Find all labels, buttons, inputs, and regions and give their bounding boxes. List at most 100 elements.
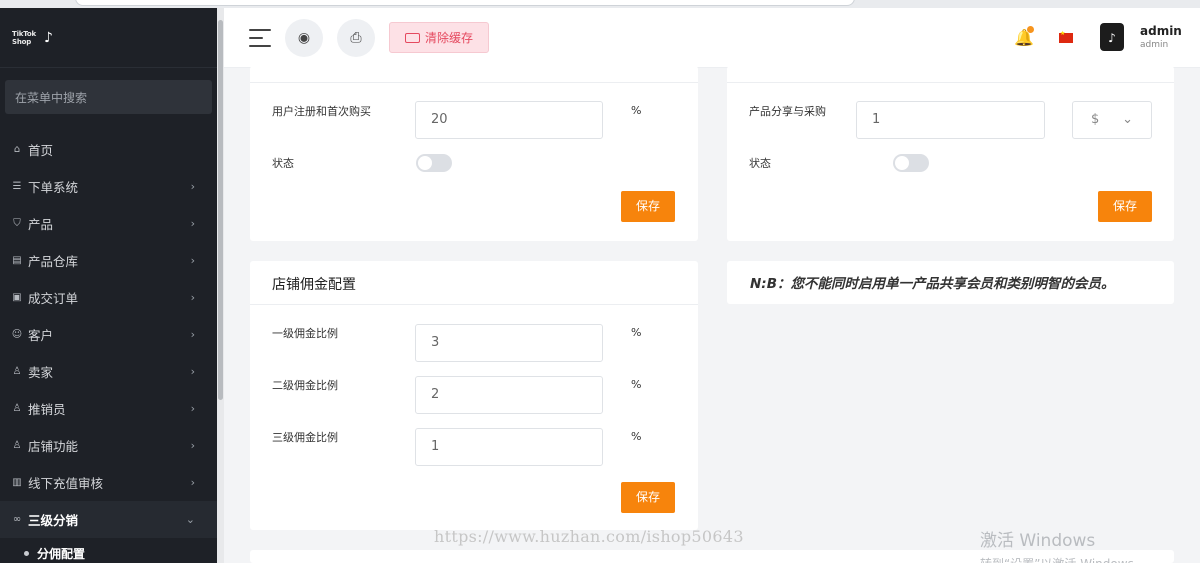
logo: TikTok Shop: [12, 29, 36, 46]
notification-bell-icon[interactable]: 🔔: [1014, 26, 1034, 48]
sidebar-item-promoters[interactable]: ♙ 推销员 ›: [0, 390, 217, 427]
level1-commission-label: 一级佣金比例: [272, 327, 338, 340]
product-share-card: 产品分享与采购 1 $ ⌄ 状态 保存: [727, 66, 1174, 241]
warehouse-icon: ▤: [12, 255, 22, 266]
home-icon: ⌂: [13, 144, 21, 155]
top-header: ◉ ⎙ 清除缓存 🔔 ♪ admin admin: [224, 8, 1200, 68]
level2-commission-label: 二级佣金比例: [272, 379, 338, 392]
print-button[interactable]: ⎙: [337, 19, 375, 57]
chevron-right-icon: ›: [190, 402, 195, 415]
product-share-input[interactable]: 1: [856, 101, 1045, 139]
clear-cache-button[interactable]: 清除缓存: [389, 22, 489, 53]
status-label: 状态: [749, 157, 771, 170]
sidebar-item-offline-recharge[interactable]: ▥ 线下充值审核 ›: [0, 464, 217, 501]
sidebar-item-warehouse[interactable]: ▤ 产品仓库 ›: [0, 242, 217, 279]
user-icon: ♙: [12, 440, 22, 451]
product-share-status-toggle[interactable]: [893, 154, 929, 172]
sidebar-item-sellers[interactable]: ♙ 卖家 ›: [0, 353, 217, 390]
windows-activation-title: 激活 Windows: [980, 531, 1096, 551]
percent-unit: %: [631, 104, 642, 117]
sidebar-item-label: 首页: [28, 143, 54, 158]
logo-text-shop: Shop: [12, 37, 32, 46]
hamburger-menu-icon[interactable]: [249, 29, 271, 47]
user-name[interactable]: admin: [1140, 24, 1182, 38]
sidebar-item-label: 产品仓库: [28, 254, 79, 269]
percent-unit: %: [631, 378, 642, 391]
windows-activation-subtitle: 转到“设置”以激活 Windows。: [980, 555, 1146, 563]
sidebar-item-label: 下单系统: [28, 180, 79, 195]
card-icon: ▥: [12, 477, 22, 488]
chevron-down-icon: ⌄: [185, 513, 195, 526]
note-card: N:B：您不能同时启用单一产品共享会员和类别明智的会员。: [727, 261, 1174, 304]
chevron-right-icon: ›: [190, 439, 195, 452]
user-role: admin: [1140, 40, 1169, 50]
ticket-icon: ▣: [12, 292, 22, 303]
users-icon: ☺: [11, 329, 23, 340]
chevron-right-icon: ›: [190, 180, 195, 193]
level3-commission-input[interactable]: 1: [415, 428, 603, 466]
list-icon: ☰: [12, 181, 22, 192]
chevron-right-icon: ›: [190, 217, 195, 230]
china-flag-icon[interactable]: [1059, 30, 1073, 43]
signup-status-toggle[interactable]: [416, 154, 452, 172]
percent-unit: %: [631, 430, 642, 443]
chevron-right-icon: ›: [190, 291, 195, 304]
note-text: N:B：您不能同时启用单一产品共享会员和类别明智的会员。: [750, 276, 1115, 292]
sidebar-scrollbar-thumb[interactable]: [218, 20, 223, 400]
card-divider: [250, 82, 698, 83]
commission-save-button[interactable]: 保存: [621, 482, 675, 513]
inbox-icon: [404, 32, 420, 43]
currency-select[interactable]: $ ⌄: [1072, 101, 1152, 139]
sidebar-item-home[interactable]: ⌂ 首页: [0, 131, 217, 168]
cart-icon: ⛉: [13, 218, 21, 229]
globe-icon: ◉: [297, 30, 311, 46]
notification-badge: [1027, 26, 1034, 33]
sidebar-item-label: 店铺功能: [28, 439, 79, 454]
logo-text-tiktok: TikTok: [12, 29, 36, 38]
menu-search-input[interactable]: 在菜单中搜索: [5, 80, 212, 114]
sidebar-item-label: 卖家: [28, 365, 54, 380]
chevron-right-icon: ›: [190, 254, 195, 267]
store-commission-title: 店铺佣金配置: [250, 261, 698, 305]
card-divider: [727, 82, 1174, 83]
sidebar-item-shop-functions[interactable]: ♙ 店铺功能 ›: [0, 427, 217, 464]
sidebar-subitem-commission-config[interactable]: 分佣配置: [0, 538, 217, 563]
sidebar-subitem-label: 分佣配置: [37, 546, 86, 561]
sidebar-item-three-level-distribution[interactable]: ∞ 三级分销 ⌄: [0, 501, 217, 538]
level2-commission-input[interactable]: 2: [415, 376, 603, 414]
signup-reward-label: 用户注册和首次购买: [272, 105, 371, 118]
chevron-down-icon: ⌄: [1122, 112, 1133, 127]
signup-reward-input[interactable]: 20: [415, 101, 603, 139]
browser-address-strip: [0, 0, 1200, 8]
clear-cache-label: 清除缓存: [424, 31, 473, 45]
signup-reward-card: 用户注册和首次购买 20 % 状态 保存: [250, 66, 698, 241]
user-icon: ♙: [12, 366, 22, 377]
globe-button[interactable]: ◉: [285, 19, 323, 57]
signup-save-button[interactable]: 保存: [621, 191, 675, 222]
level3-commission-label: 三级佣金比例: [272, 431, 338, 444]
sidebar-item-label: 线下充值审核: [28, 476, 104, 491]
product-share-save-button[interactable]: 保存: [1098, 191, 1152, 222]
tiktok-logo-icon: ♪: [43, 29, 53, 46]
product-share-label: 产品分享与采购: [749, 105, 826, 118]
chevron-right-icon: ›: [190, 476, 195, 489]
bullet-dot-icon: [24, 550, 29, 556]
logo-area[interactable]: TikTok Shop ♪: [0, 8, 217, 68]
level1-commission-input[interactable]: 3: [415, 324, 603, 362]
store-commission-card: 店铺佣金配置 一级佣金比例 3 % 二级佣金比例 2 % 三级佣金比例 1 % …: [250, 261, 698, 530]
sidebar-item-customers[interactable]: ☺ 客户 ›: [0, 316, 217, 353]
sidebar-menu: ⌂ 首页 ☰ 下单系统 › ⛉ 产品 › ▤ 产品仓库 › ▣ 成交订单 › ☺…: [0, 131, 217, 563]
printer-icon: ⎙: [350, 30, 362, 46]
chevron-right-icon: ›: [190, 365, 195, 378]
sidebar-item-label: 客户: [28, 328, 54, 343]
sidebar: TikTok Shop ♪ 在菜单中搜索 ⌂ 首页 ☰ 下单系统 › ⛉ 产品 …: [0, 8, 217, 563]
sidebar-item-label: 推销员: [28, 402, 66, 417]
user-icon: ♙: [12, 403, 22, 414]
sidebar-item-order-system[interactable]: ☰ 下单系统 ›: [0, 168, 217, 205]
sidebar-item-label: 三级分销: [28, 513, 79, 528]
sidebar-item-products[interactable]: ⛉ 产品 ›: [0, 205, 217, 242]
avatar[interactable]: ♪: [1100, 23, 1124, 51]
sidebar-item-deal-orders[interactable]: ▣ 成交订单 ›: [0, 279, 217, 316]
address-bar[interactable]: [75, 0, 855, 6]
status-label: 状态: [272, 157, 294, 170]
